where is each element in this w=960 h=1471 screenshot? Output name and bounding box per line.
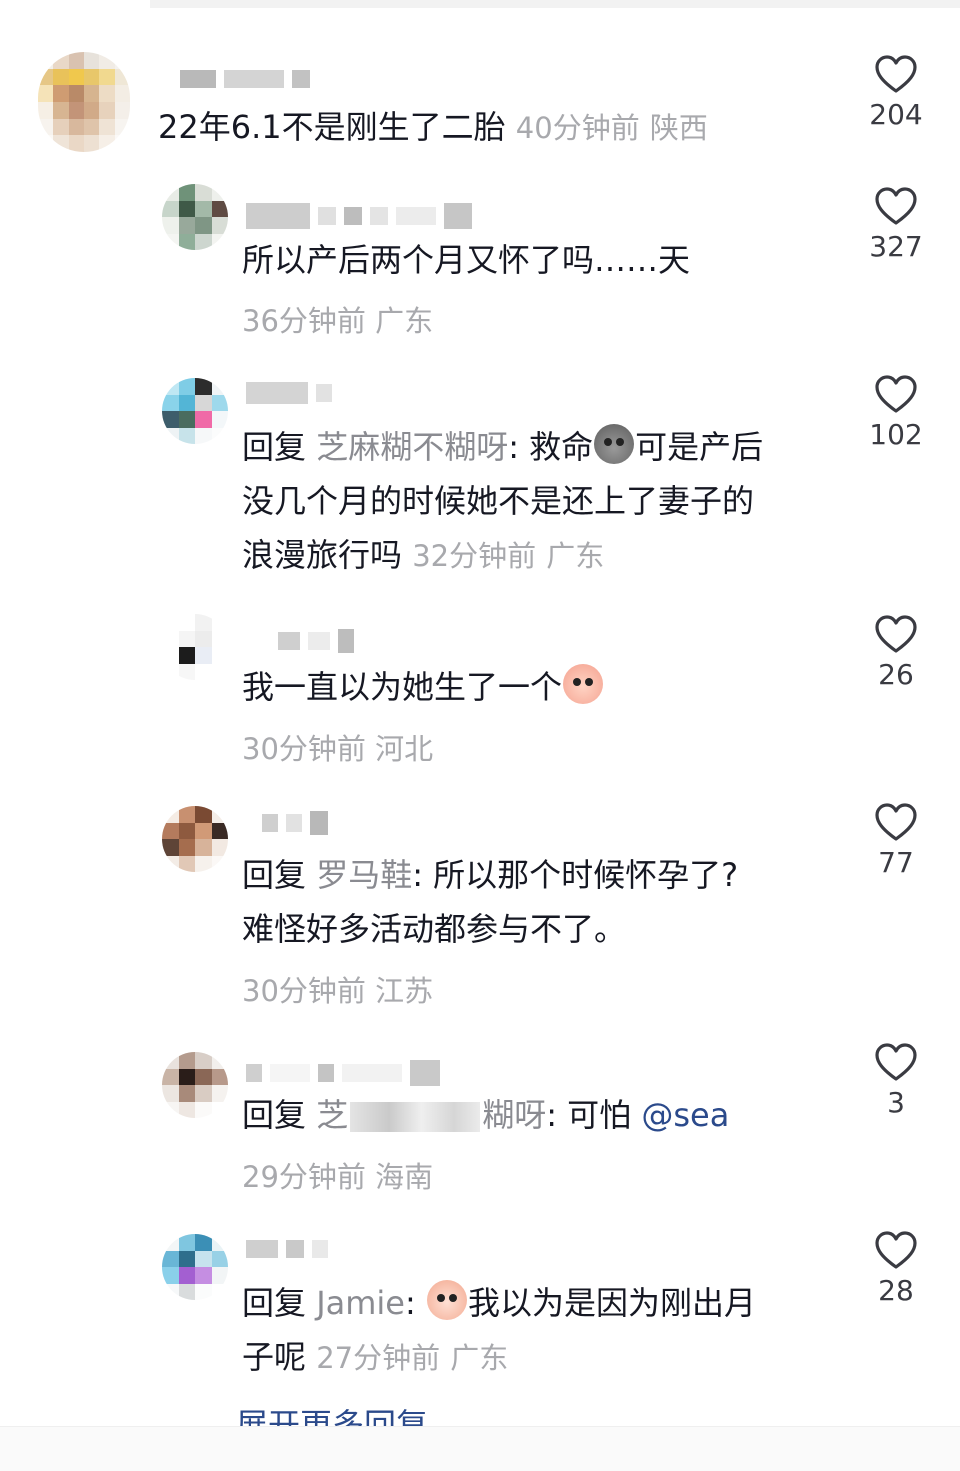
comment-location: 广东 <box>546 539 605 573</box>
like-count: 77 <box>878 846 914 879</box>
heart-outline-icon <box>875 1043 917 1081</box>
username-blurred[interactable] <box>262 810 328 836</box>
like-button[interactable]: 102 <box>866 374 926 451</box>
avatar[interactable] <box>162 1052 228 1118</box>
reply-to-user-end: 糊呀 <box>482 1096 547 1134</box>
comment-text[interactable]: 回复 Jamie: 我以为是因为刚出月 <box>242 1276 756 1330</box>
reply-prefix: 回复 <box>242 1096 307 1134</box>
comment-time: 30分钟前 <box>242 732 366 766</box>
comment-location: 广东 <box>450 1341 509 1375</box>
comment-text-line[interactable]: 难怪好多活动都参与不了。 <box>242 902 626 956</box>
username-blurred[interactable] <box>180 66 310 92</box>
username-blurred[interactable] <box>246 1236 328 1262</box>
like-count: 204 <box>869 98 923 131</box>
comment-body: 可怕 <box>567 1096 632 1134</box>
top-divider <box>150 0 960 8</box>
heart-outline-icon <box>875 55 917 93</box>
comment-body: 我以为是因为刚出月 <box>467 1284 756 1322</box>
like-count: 327 <box>869 230 923 263</box>
comment-body: 所以那个时候怀孕了? <box>433 856 739 894</box>
reply-to-user[interactable]: 罗马鞋 <box>316 856 412 894</box>
comment-body: 救命 <box>529 428 594 466</box>
comment-text[interactable]: 回复 罗马鞋: 所以那个时候怀孕了? <box>242 848 738 902</box>
like-count: 102 <box>869 418 923 451</box>
comment-text-line[interactable]: 子呢 27分钟前 广东 <box>242 1330 508 1385</box>
avatar[interactable] <box>162 184 228 250</box>
comment-body: 子呢 <box>242 1338 307 1376</box>
mention-link[interactable]: @sea <box>641 1096 729 1134</box>
username-blurred[interactable] <box>278 628 354 654</box>
reply-to-user[interactable]: 芝 糊呀 <box>316 1096 546 1134</box>
comment-location: 海南 <box>375 1160 434 1194</box>
comment-time: 27分钟前 <box>316 1341 441 1375</box>
like-count: 28 <box>878 1274 914 1307</box>
comment-meta: 36分钟前 广东 <box>242 298 433 340</box>
sweating-face-emoji-icon <box>426 1280 467 1320</box>
like-button[interactable]: 327 <box>866 186 926 263</box>
comment-time: 40分钟前 <box>515 111 640 145</box>
like-count: 3 <box>887 1086 905 1119</box>
crying-face-emoji-icon <box>563 664 604 704</box>
comment-text[interactable]: 回复 芝糊呀: 可怕 @sea <box>242 1088 729 1142</box>
heart-outline-icon <box>875 803 917 841</box>
comment-text[interactable]: 回复 芝麻糊不糊呀: 救命 可是产后 <box>242 420 763 474</box>
sack-emoji-icon <box>594 424 635 464</box>
reply-to-user-start: 芝 <box>316 1096 349 1134</box>
comment-body: 可是产后 <box>635 428 764 466</box>
comment-body: 浪漫旅行吗 <box>242 536 403 574</box>
reply-prefix: 回复 <box>242 428 307 466</box>
comment-location: 广东 <box>375 304 434 338</box>
comment-text[interactable]: 所以产后两个月又怀了吗……天 <box>242 233 690 287</box>
like-button[interactable]: 204 <box>866 54 926 131</box>
comment-text-line[interactable]: 浪漫旅行吗 32分钟前 广东 <box>242 528 604 583</box>
comment-time: 36分钟前 <box>242 304 366 338</box>
comment-body: 22年6.1不是刚生了二胎 <box>158 108 506 146</box>
username-blurred[interactable] <box>246 1060 440 1086</box>
comment-body: 我一直以为她生了一个 <box>242 668 563 706</box>
comment-time: 30分钟前 <box>242 974 366 1008</box>
bottom-divider <box>0 1426 960 1471</box>
comment-meta: 30分钟前 河北 <box>242 726 433 768</box>
like-button[interactable]: 3 <box>866 1042 926 1119</box>
heart-outline-icon <box>875 1231 917 1269</box>
avatar[interactable] <box>38 52 130 152</box>
comment-text[interactable]: 22年6.1不是刚生了二胎 40分钟前 陕西 <box>158 100 708 155</box>
blurred-username-region <box>350 1102 481 1132</box>
like-button[interactable]: 77 <box>866 802 926 879</box>
comment-location: 江苏 <box>375 974 434 1008</box>
reply-prefix: 回复 <box>242 856 307 894</box>
avatar[interactable] <box>162 1234 228 1300</box>
comment-meta: 29分钟前 海南 <box>242 1154 433 1196</box>
heart-outline-icon <box>875 375 917 413</box>
heart-outline-icon <box>875 187 917 225</box>
reply-to-user[interactable]: 芝麻糊不糊呀 <box>316 428 508 466</box>
avatar[interactable] <box>162 806 228 872</box>
comment-location: 陕西 <box>649 111 708 145</box>
username-blurred[interactable] <box>246 380 332 406</box>
like-button[interactable]: 26 <box>866 614 926 691</box>
reply-prefix: 回复 <box>242 1284 307 1322</box>
username-blurred[interactable] <box>246 203 472 229</box>
like-count: 26 <box>878 658 914 691</box>
comment-time: 32分钟前 <box>412 539 537 573</box>
reply-to-user[interactable]: Jamie <box>316 1284 405 1322</box>
comment-meta: 30分钟前 江苏 <box>242 968 433 1010</box>
comment-text[interactable]: 我一直以为她生了一个 <box>242 660 604 714</box>
avatar[interactable] <box>162 378 228 444</box>
avatar[interactable] <box>162 614 228 680</box>
comment-text-line[interactable]: 没几个月的时候她不是还上了妻子的 <box>242 474 754 528</box>
comment-time: 29分钟前 <box>242 1160 366 1194</box>
comment-location: 河北 <box>375 732 434 766</box>
like-button[interactable]: 28 <box>866 1230 926 1307</box>
heart-outline-icon <box>875 615 917 653</box>
